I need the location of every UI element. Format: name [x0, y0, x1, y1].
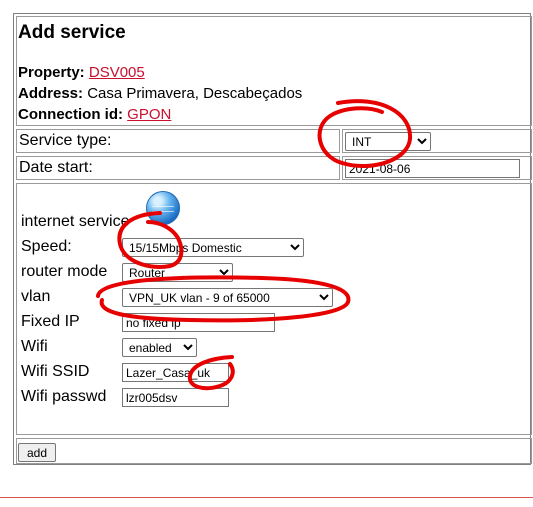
- fixed-ip-label: Fixed IP: [21, 313, 80, 330]
- add-button[interactable]: add: [18, 443, 56, 462]
- service-type-label: Service type:: [19, 132, 112, 149]
- date-start-label: Date start:: [19, 159, 93, 176]
- vlan-select[interactable]: VPN_UK vlan - 9 of 65000: [122, 288, 333, 307]
- connection-link[interactable]: GPON: [127, 106, 171, 123]
- property-label: Property:: [18, 64, 85, 81]
- fixed-ip-input[interactable]: [122, 313, 275, 332]
- service-type-select[interactable]: INT: [345, 132, 431, 151]
- page-title: Add service: [18, 22, 126, 43]
- wifi-passwd-input[interactable]: [122, 388, 229, 407]
- wifi-passwd-label: Wifi passwd: [21, 388, 107, 405]
- connection-line: Connection id: GPON: [18, 106, 171, 123]
- globe-icon: [146, 191, 180, 225]
- connection-label: Connection id:: [18, 106, 123, 123]
- address-value: Casa Primavera, Descabeçados: [87, 85, 303, 102]
- section-title: internet service: [21, 213, 130, 230]
- wifi-select[interactable]: enabled: [122, 338, 197, 357]
- property-link[interactable]: DSV005: [89, 64, 145, 81]
- address-label: Address:: [18, 85, 84, 102]
- date-start-input[interactable]: [345, 159, 520, 178]
- speed-label: Speed:: [21, 238, 72, 255]
- wifi-ssid-input[interactable]: [122, 363, 229, 382]
- router-mode-label: router mode: [21, 263, 108, 280]
- vlan-label: vlan: [21, 288, 51, 305]
- footer-cell: [16, 438, 532, 464]
- speed-select[interactable]: 15/15Mbps Domestic: [122, 238, 304, 257]
- router-mode-select[interactable]: Router: [122, 263, 233, 282]
- wifi-label: Wifi: [21, 338, 48, 355]
- address-line: Address: Casa Primavera, Descabeçados: [18, 85, 302, 102]
- wifi-ssid-label: Wifi SSID: [21, 363, 90, 380]
- property-line: Property: DSV005: [18, 64, 145, 81]
